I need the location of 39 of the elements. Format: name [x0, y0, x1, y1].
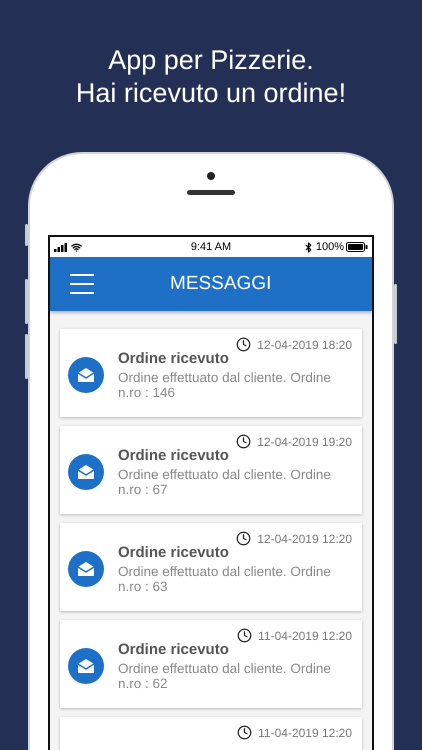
battery-percent: 100%	[316, 241, 344, 253]
header-title: MESSAGGI	[170, 273, 272, 295]
clock-icon	[236, 531, 252, 546]
clock-icon	[237, 628, 252, 643]
message-body: Ordine effettuato dal cliente. Ordine n.ro : 63	[118, 564, 332, 594]
open-envelope-icon	[77, 367, 95, 383]
open-envelope-icon	[77, 561, 95, 577]
bluetooth-icon	[302, 242, 314, 252]
wifi-icon	[71, 242, 82, 252]
open-envelope-icon	[77, 464, 95, 480]
headline-text: App per Pizzerie.	[108, 44, 314, 77]
signal-icon	[54, 242, 68, 252]
status-time: 9:41 AM	[190, 241, 232, 253]
message-time: 12-04-2019 19:20	[257, 434, 352, 448]
headline-text: Hai ricevuto un ordine!	[76, 77, 346, 110]
clock-icon	[236, 337, 252, 352]
message-card[interactable]: 12-04-2019 12:20 Ordine ricevuto Ordine effettuato dal cliente. Ordine n.ro : 63	[60, 523, 362, 611]
speaker-slot	[187, 190, 235, 195]
message-card[interactable]: 11-04-2019 12:20	[60, 717, 362, 750]
message-title: Ordine ricevuto	[118, 641, 230, 658]
message-body: Ordine effettuato dal cliente. Ordine n.ro : 146	[118, 370, 332, 400]
message-card[interactable]: 12-04-2019 18:20 Ordine ricevuto Ordine effettuato dal cliente. Ordine n.ro : 146	[60, 329, 362, 417]
message-body: Ordine effettuato dal cliente. Ordine n.ro : 67	[118, 467, 332, 497]
menu-button[interactable]	[70, 274, 94, 294]
message-body: Ordine effettuato dal cliente. Ordine n.ro : 62	[118, 661, 332, 691]
message-time: 12-04-2019 18:20	[257, 338, 352, 352]
open-envelope-icon	[77, 658, 95, 674]
battery-icon	[346, 242, 368, 252]
message-time: 11-04-2019 12:20	[258, 726, 352, 740]
message-title: Ordine ricevuto	[118, 447, 230, 464]
clock-icon	[237, 725, 252, 740]
message-card[interactable]: 12-04-2019 19:20 Ordine ricevuto Ordine effettuato dal cliente. Ordine n.ro : 67	[60, 426, 362, 514]
camera-dot	[207, 172, 215, 180]
message-time: 12-04-2019 12:20	[257, 532, 352, 546]
clock-icon	[236, 434, 252, 449]
message-card[interactable]: 11-04-2019 12:20 Ordine ricevuto Ordine effettuato dal cliente. Ordine n.ro : 62	[60, 620, 362, 708]
message-title: Ordine ricevuto	[118, 350, 230, 367]
message-title: Ordine ricevuto	[118, 544, 230, 561]
message-time: 11-04-2019 12:20	[258, 628, 352, 642]
